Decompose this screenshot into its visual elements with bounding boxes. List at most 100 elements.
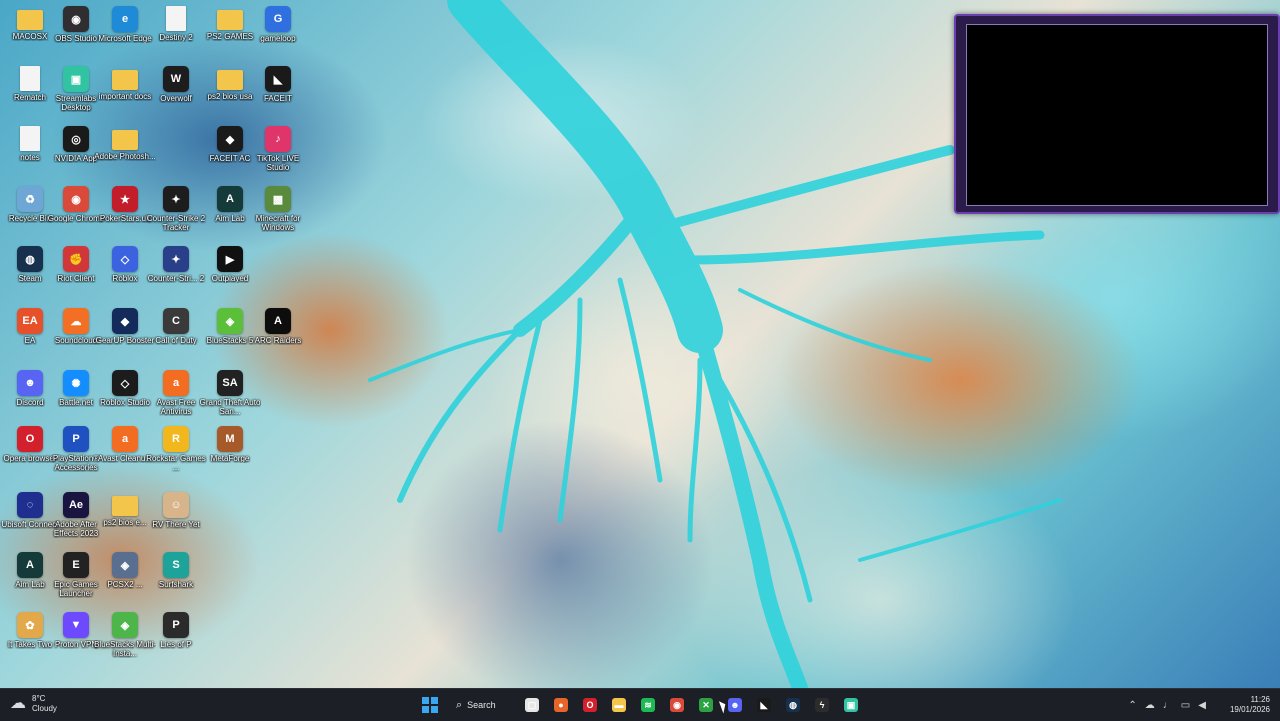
recycle-bin-icon: ♻ (17, 186, 43, 212)
desktop-item[interactable]: W Overwolf (146, 64, 206, 126)
surfshark-icon: S (163, 552, 189, 578)
destiny-2-icon (166, 6, 186, 31)
spotify-taskbar-icon: ≋ (641, 698, 655, 712)
ps2-bios-folder-icon (112, 496, 138, 516)
ubisoft-connect-icon: ◌ (17, 492, 43, 518)
desktop-item-label: Counter-Strike 2 Tracker (146, 214, 206, 232)
desktop-item-label: Surfshark (158, 580, 194, 589)
desktop-item[interactable]: ▩ Minecraft for Windows (248, 184, 308, 246)
metaforge-icon: M (217, 426, 243, 452)
gearup-booster-icon: ◆ (112, 308, 138, 334)
taskbar-app-button[interactable]: ✕ (694, 693, 718, 717)
desktop-item[interactable]: Destiny 2 (146, 4, 206, 66)
taskbar-search-button[interactable]: ⌕ Search (448, 693, 514, 717)
taskbar-app-button[interactable]: ≋ (636, 693, 660, 717)
taskbar-app-button[interactable]: ▣ (839, 693, 863, 717)
desktop-item[interactable]: Ggameloop (248, 4, 308, 66)
taskbar-app-button[interactable]: ◉ (665, 693, 689, 717)
outplayed-icon: ▶ (217, 246, 243, 272)
battle-net-icon: ✺ (63, 370, 89, 396)
windows-logo-icon (422, 697, 438, 713)
nvidia-app-icon: ◎ (63, 126, 89, 152)
file-explorer-taskbar-icon: ▬ (612, 698, 626, 712)
taskbar-app-button[interactable]: ◣ (752, 693, 776, 717)
desktop-item[interactable]: ▶ Outplayed (200, 244, 260, 306)
desktop-item-label: Grand Theft Auto San... (199, 398, 261, 416)
desktop-item[interactable]: S Surfshark (146, 550, 206, 612)
network-icon[interactable]: ▭ (1181, 700, 1190, 711)
desktop-item[interactable]: a Avast Free Antivirus (146, 368, 206, 430)
steam-icon: ◍ (17, 246, 43, 272)
desktop-item[interactable]: SA Grand Theft Auto San... (200, 368, 260, 430)
desktop-item[interactable]: Adobe Photosh... (94, 124, 156, 186)
desktop-item-label: Lies of P (160, 640, 192, 649)
clock[interactable]: 11:26 19/01/2026 (1230, 695, 1270, 715)
overwolf-icon: W (163, 66, 189, 92)
desktop-item-label: Overwolf (160, 94, 192, 103)
streamlabs-taskbar-icon: ▣ (844, 698, 858, 712)
task-view-icon: ▢ (525, 698, 539, 712)
desktop-item-label: RV There Yet (152, 520, 200, 529)
taskbar-app-button[interactable]: ● (549, 693, 573, 717)
google-chrome-icon: ◉ (63, 186, 89, 212)
overlay-window[interactable] (954, 14, 1280, 214)
desktop-item[interactable]: ◣ FACEIT (248, 64, 308, 126)
clock-time: 11:26 (1250, 695, 1270, 704)
desktop-item[interactable]: ✦ Counter-Strike 2 Tracker (146, 184, 206, 246)
gameloop-icon: G (265, 6, 291, 32)
desktop-item[interactable]: C Call of Duty (146, 306, 206, 368)
desktop-item[interactable]: ✦ Counter-Stri... 2 (146, 244, 206, 306)
taskbar-app-button[interactable]: ☻ (723, 693, 747, 717)
streamlabs-desktop-icon: ▣ (63, 66, 89, 92)
aim-lab-icon: A (217, 186, 243, 212)
roblox-icon: ◇ (112, 246, 138, 272)
system-tray: ⌃ ☁ ♩ ▭ ◀ 11:26 19/01/2026 (1128, 693, 1270, 717)
macosx-folder-icon (17, 10, 43, 30)
clock-date: 19/01/2026 (1229, 705, 1270, 714)
taskbar-app-button[interactable]: ▢ (520, 693, 544, 717)
desktop-item-label: Outplayed (211, 274, 249, 283)
riot-client-icon: ✊ (63, 246, 89, 272)
lies-of-p-icon: P (163, 612, 189, 638)
ps2-games-folder-icon (217, 10, 243, 30)
arc-raiders-icon: A (265, 308, 291, 334)
rockstar-games-icon: R (163, 426, 189, 452)
minecraft-icon: ▩ (265, 186, 291, 212)
weather-condition: Cloudy (32, 704, 57, 713)
weather-widget[interactable]: ☁ 8°C Cloudy (10, 694, 57, 714)
taskbar-app-button[interactable]: ◍ (781, 693, 805, 717)
opera-browser-icon: O (17, 426, 43, 452)
desktop-item[interactable]: R Rockstar Games ... (146, 424, 206, 486)
adobe-after-effects-icon: Ae (63, 492, 89, 518)
desktop-item-label: TikTok LIVE Studio (256, 154, 300, 172)
firefox-taskbar-icon: ● (554, 698, 568, 712)
faceit-icon: ◣ (265, 66, 291, 92)
taskbar-app-button[interactable]: ▬ (607, 693, 631, 717)
it-takes-two-icon: ✿ (17, 612, 43, 638)
desktop-item[interactable]: ☺ RV There Yet (146, 490, 206, 552)
epic-games-launcher-icon: E (63, 552, 89, 578)
start-button[interactable] (418, 693, 442, 717)
desktop-item-label: Call of Duty (155, 336, 197, 345)
onedrive-icon[interactable]: ☁ (1145, 700, 1155, 711)
taskbar-pinned-apps: ⌕ Search ▢ ● O ▬ ≋ ◉ ✕ ☻ ◣ ◍ ϟ ▣ (418, 693, 863, 717)
microphone-icon[interactable]: ♩ (1163, 700, 1173, 711)
desktop-item[interactable]: M MetaForge (200, 424, 260, 486)
discord-taskbar-icon: ☻ (728, 698, 742, 712)
microsoft-edge-icon: e (112, 6, 138, 32)
taskbar-app-button[interactable]: ϟ (810, 693, 834, 717)
volume-icon[interactable]: ◀ (1198, 700, 1206, 711)
rematch-icon (20, 66, 40, 91)
desktop-item[interactable]: ♪ TikTok LIVE Studio (248, 124, 308, 186)
notes-icon (20, 126, 40, 151)
desktop-item-label: ARC Raiders (254, 336, 302, 345)
chrome-taskbar-icon: ◉ (670, 698, 684, 712)
call-of-duty-icon: C (163, 308, 189, 334)
xbox-taskbar-icon: ✕ (699, 698, 713, 712)
desktop-item[interactable]: A ARC Raiders (248, 306, 308, 368)
taskbar-app-button[interactable]: O (578, 693, 602, 717)
opera-taskbar-icon: O (583, 698, 597, 712)
chevron-up-icon[interactable]: ⌃ (1128, 700, 1136, 711)
desktop-item[interactable]: P Lies of P (146, 610, 206, 672)
desktop-item-label: Avast Free Antivirus (156, 398, 196, 416)
